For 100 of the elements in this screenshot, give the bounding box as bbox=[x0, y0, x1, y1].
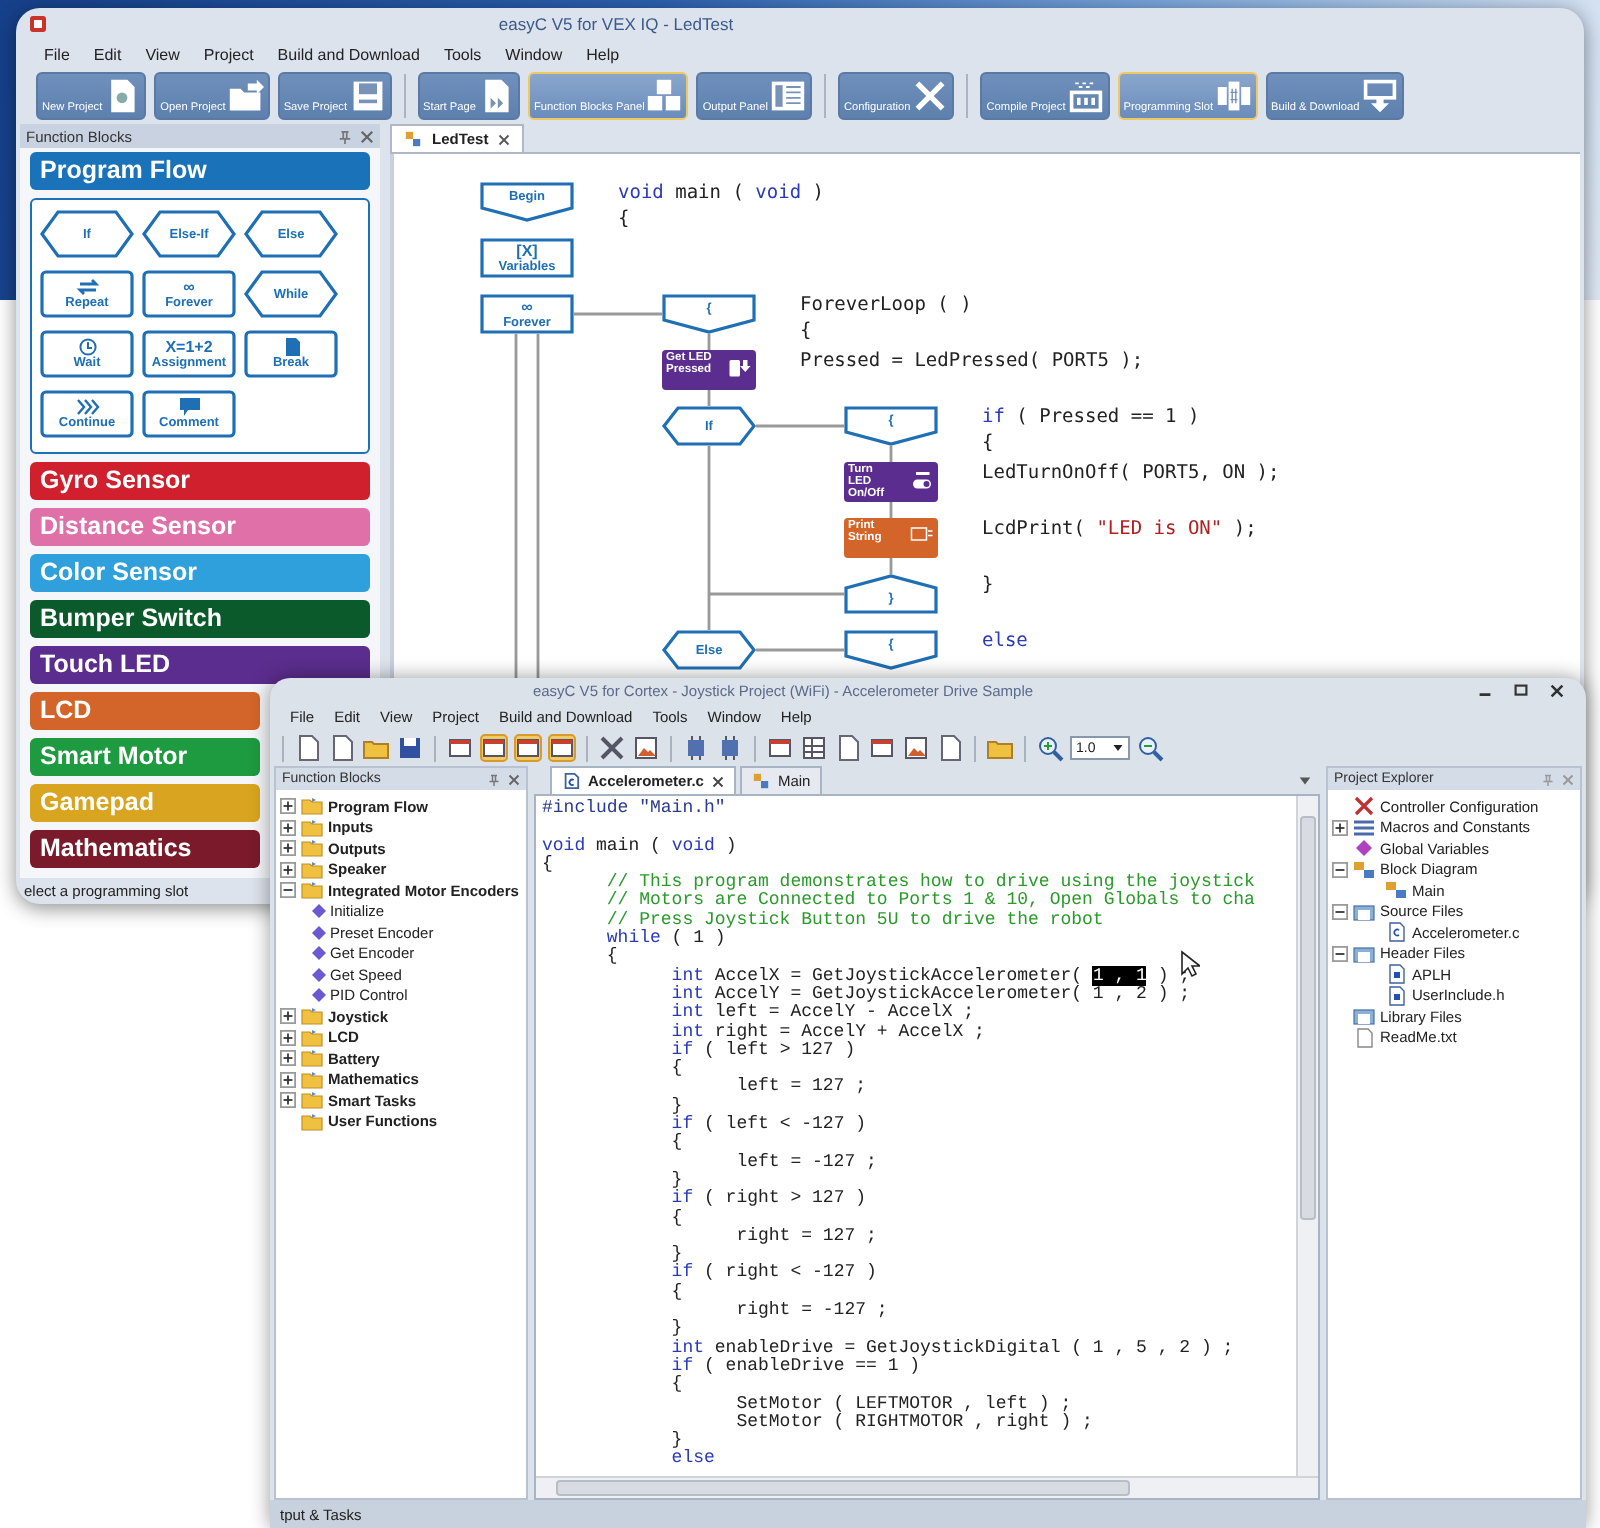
pin-icon[interactable] bbox=[488, 773, 500, 785]
chevrons-icon bbox=[75, 398, 99, 416]
menu-item[interactable]: Project bbox=[203, 45, 254, 63]
document-icon[interactable] bbox=[328, 734, 356, 762]
code-line: SetMotor ( LEFTMOTOR , left ) ; bbox=[734, 1395, 1072, 1413]
code-line: int AccelY = GetJoystickAccelerometer( 1 , 2 ) ; bbox=[669, 985, 1191, 1004]
code-line: { bbox=[669, 1283, 683, 1303]
code-line: { bbox=[618, 206, 630, 232]
folder-icon bbox=[300, 817, 324, 838]
expand-icon[interactable] bbox=[1332, 819, 1348, 836]
window-icon[interactable] bbox=[514, 734, 542, 762]
list-icon bbox=[1352, 817, 1376, 838]
picture-icon[interactable] bbox=[632, 734, 660, 762]
code-line: if ( right > 127 ) bbox=[669, 1190, 867, 1209]
code-line: // Motors are Connected to Ports 1 & 10, Open Globals to cha bbox=[604, 892, 1255, 911]
mouse-pointer-icon bbox=[1180, 950, 1200, 978]
folder-icon bbox=[1352, 943, 1376, 964]
menu-item[interactable]: Help bbox=[586, 45, 620, 63]
code-line: { bbox=[982, 430, 994, 456]
document-icon[interactable] bbox=[294, 734, 322, 762]
window-icon[interactable] bbox=[446, 734, 474, 762]
picture-icon[interactable] bbox=[902, 734, 930, 762]
close-icon[interactable] bbox=[711, 775, 724, 787]
file-icon bbox=[1384, 985, 1408, 1006]
category-header[interactable]: Program Flow bbox=[30, 152, 370, 190]
expand-icon[interactable] bbox=[280, 798, 296, 815]
collapse-icon[interactable] bbox=[1332, 903, 1348, 920]
menu-item[interactable]: View bbox=[145, 45, 180, 63]
code-line: else bbox=[669, 1450, 715, 1470]
code-line: int enableDrive = GetJoystickDigital ( 1 , 5 , 2 ) ; bbox=[669, 1339, 1234, 1358]
menu-item[interactable]: Edit bbox=[93, 45, 122, 63]
folder-icon bbox=[1352, 901, 1376, 922]
code-line: } bbox=[982, 572, 994, 598]
code-line: int right = AccelY + AccelX ; bbox=[669, 1023, 985, 1042]
expand-icon[interactable] bbox=[280, 1050, 296, 1067]
folder-icon bbox=[300, 1027, 324, 1048]
pin-icon[interactable] bbox=[338, 129, 352, 143]
category-header[interactable]: Mathematics bbox=[30, 830, 260, 868]
window-icon[interactable] bbox=[766, 734, 794, 762]
file-icon bbox=[562, 772, 580, 790]
speech-bubble-icon bbox=[177, 398, 201, 416]
folder-icon bbox=[300, 1048, 324, 1069]
code-line: if ( right < -127 ) bbox=[669, 1264, 877, 1283]
document-icon[interactable] bbox=[936, 734, 964, 762]
code-line: else bbox=[982, 628, 1028, 654]
code-line: // This program demonstrates how to drive using the joystick bbox=[604, 874, 1255, 893]
category-header[interactable]: Bumper Switch bbox=[30, 600, 370, 638]
window-icon[interactable] bbox=[548, 734, 576, 762]
menu-item[interactable]: Window bbox=[505, 45, 563, 63]
expand-icon[interactable] bbox=[280, 1071, 296, 1088]
code-line: right = -127 ; bbox=[734, 1302, 888, 1321]
zoom-in-icon[interactable] bbox=[1036, 734, 1064, 762]
menu-item[interactable]: Tools bbox=[443, 45, 482, 63]
maximize-icon[interactable] bbox=[1512, 682, 1530, 700]
category-header[interactable]: LCD bbox=[30, 692, 260, 730]
chip-icon bbox=[1067, 78, 1104, 114]
code-line: LedTurnOnOff( PORT5, ON ); bbox=[982, 460, 1280, 486]
expand-icon[interactable] bbox=[280, 840, 296, 857]
folder-icon bbox=[300, 859, 324, 880]
expand-icon[interactable] bbox=[280, 819, 296, 836]
zoom-out-icon[interactable] bbox=[1136, 734, 1164, 762]
expand-icon[interactable] bbox=[280, 1092, 296, 1109]
code-line: #include "Main.h" bbox=[542, 800, 726, 819]
folder-icon bbox=[300, 838, 324, 859]
folder-icon bbox=[227, 78, 264, 114]
code-line: Pressed = LedPressed( PORT5 ); bbox=[800, 348, 1144, 374]
close-icon[interactable] bbox=[498, 133, 511, 145]
caret-icon[interactable] bbox=[1112, 742, 1124, 754]
chip-icon[interactable] bbox=[716, 734, 744, 762]
category-header[interactable]: Smart Motor bbox=[30, 738, 260, 776]
vertical-scrollbar[interactable] bbox=[1296, 796, 1318, 1476]
expand-icon[interactable] bbox=[280, 861, 296, 878]
code-line: { bbox=[669, 1060, 683, 1079]
folder-icon bbox=[1352, 1006, 1376, 1027]
code-line: SetMotor ( RIGHTMOTOR , right ) ; bbox=[734, 1413, 1093, 1433]
menu-item[interactable]: Build and Download bbox=[277, 45, 420, 63]
expand-icon[interactable] bbox=[280, 1029, 296, 1046]
collapse-icon[interactable] bbox=[1332, 861, 1348, 878]
file-icon bbox=[1384, 922, 1408, 943]
expand-icon[interactable] bbox=[280, 1008, 296, 1025]
category-header[interactable]: Gyro Sensor bbox=[30, 462, 370, 500]
menu-item[interactable]: File bbox=[44, 45, 70, 63]
dropdown-icon[interactable] bbox=[1298, 774, 1312, 788]
collapse-icon[interactable] bbox=[1332, 945, 1348, 962]
window-icon[interactable] bbox=[868, 734, 896, 762]
code-line: if ( left > 127 ) bbox=[669, 1041, 856, 1060]
toggle-icon bbox=[910, 470, 934, 492]
close-icon[interactable] bbox=[1548, 682, 1566, 700]
document-icon[interactable] bbox=[834, 734, 862, 762]
horizontal-scrollbar[interactable] bbox=[536, 1476, 1318, 1498]
collapse-icon[interactable] bbox=[280, 882, 296, 899]
close-icon[interactable] bbox=[508, 773, 520, 785]
code-line: { bbox=[800, 318, 812, 344]
grid-icon[interactable] bbox=[800, 734, 828, 762]
chip-icon[interactable] bbox=[682, 734, 710, 762]
window-icon[interactable] bbox=[480, 734, 508, 762]
app-icon bbox=[28, 14, 48, 34]
code-line: void main ( void ) bbox=[542, 837, 737, 856]
category-header[interactable]: Touch LED bbox=[30, 646, 370, 684]
code-line: while ( 1 ) bbox=[604, 930, 726, 949]
